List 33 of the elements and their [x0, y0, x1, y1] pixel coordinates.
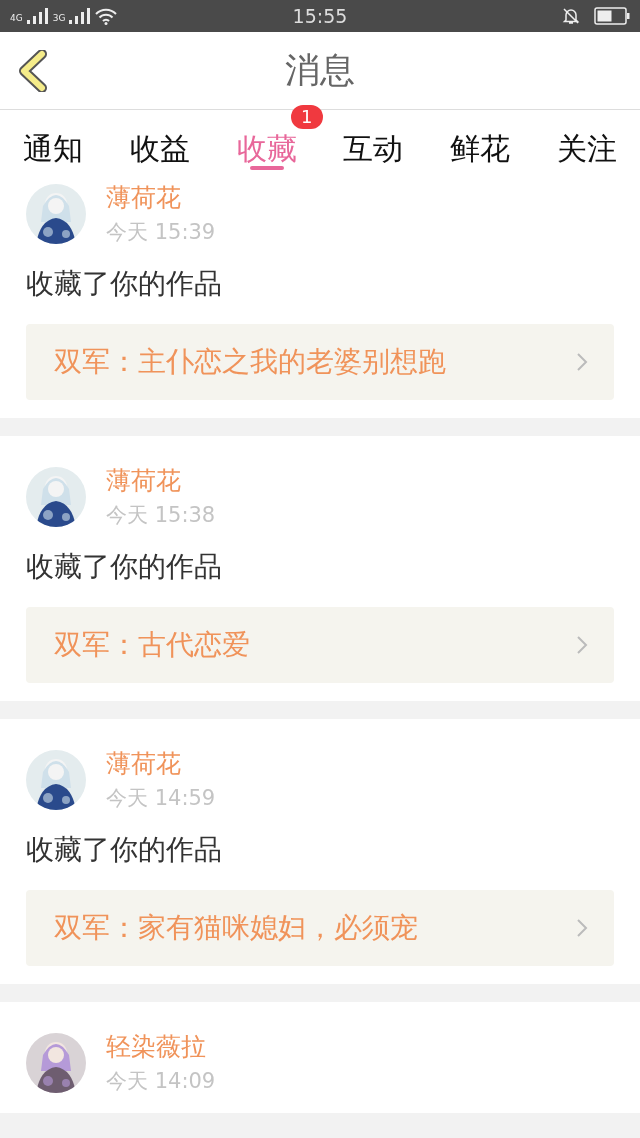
- chevron-right-icon: [576, 352, 588, 372]
- timestamp: 今天 15:38: [106, 502, 216, 529]
- count-badge: 1: [290, 105, 323, 129]
- network-label: 3G: [52, 12, 66, 23]
- work-link[interactable]: 双军：家有猫咪媳妇，必须宠: [26, 890, 614, 966]
- user-name[interactable]: 薄荷花: [106, 747, 216, 780]
- wifi-icon: [95, 7, 118, 25]
- clock: 15:55: [291, 5, 349, 27]
- bell-muted-icon: [562, 7, 580, 25]
- user-name[interactable]: 薄荷花: [106, 464, 216, 497]
- work-link[interactable]: 双军：主仆恋之我的老婆别想跑: [26, 324, 614, 400]
- message-text: 收藏了你的作品: [26, 266, 223, 302]
- back-button[interactable]: [16, 49, 50, 92]
- page-title: 消息: [285, 49, 355, 92]
- tab[interactable]: 鲜花: [450, 110, 510, 174]
- work-link[interactable]: 双军：古代恋爱: [26, 607, 614, 683]
- tab[interactable]: 关注: [556, 110, 617, 174]
- message-text: 收藏了你的作品: [26, 832, 223, 868]
- network-label: 4G: [10, 12, 23, 23]
- message-text: 收藏了你的作品: [26, 549, 223, 585]
- user-name[interactable]: 轻染薇拉: [106, 1030, 216, 1063]
- chevron-right-icon: [576, 918, 588, 938]
- user-name[interactable]: 薄荷花: [106, 181, 216, 214]
- timestamp: 今天 15:39: [106, 219, 216, 246]
- timestamp: 今天 14:59: [106, 785, 216, 812]
- tab[interactable]: 通知: [23, 110, 84, 174]
- timestamp: 今天 14:09: [106, 1068, 216, 1095]
- battery-icon: [594, 7, 630, 25]
- tab[interactable]: 收益: [130, 110, 190, 174]
- signal-icon: [26, 8, 49, 24]
- chevron-right-icon: [576, 635, 588, 655]
- signal-icon: [69, 8, 92, 24]
- tab[interactable]: 互动: [343, 110, 404, 174]
